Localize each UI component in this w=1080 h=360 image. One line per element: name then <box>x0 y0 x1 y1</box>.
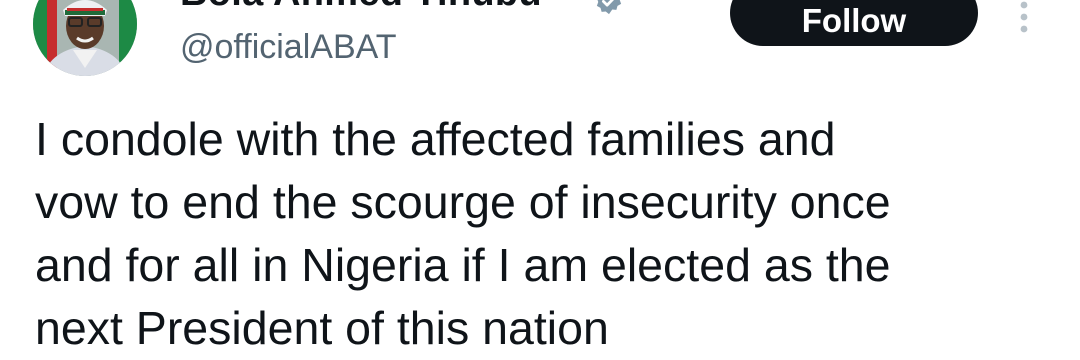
avatar[interactable] <box>33 0 137 76</box>
follow-button[interactable]: Follow <box>730 0 978 46</box>
more-options-icon[interactable] <box>1014 0 1034 34</box>
author-handle[interactable]: @officialABAT <box>180 27 397 67</box>
verified-badge-icon <box>596 0 622 15</box>
author-display-name[interactable]: Bola Ahmed Tinubu <box>180 0 542 12</box>
tweet-text: I condole with the affected families and… <box>35 113 891 354</box>
profile-photo-icon <box>33 0 137 76</box>
